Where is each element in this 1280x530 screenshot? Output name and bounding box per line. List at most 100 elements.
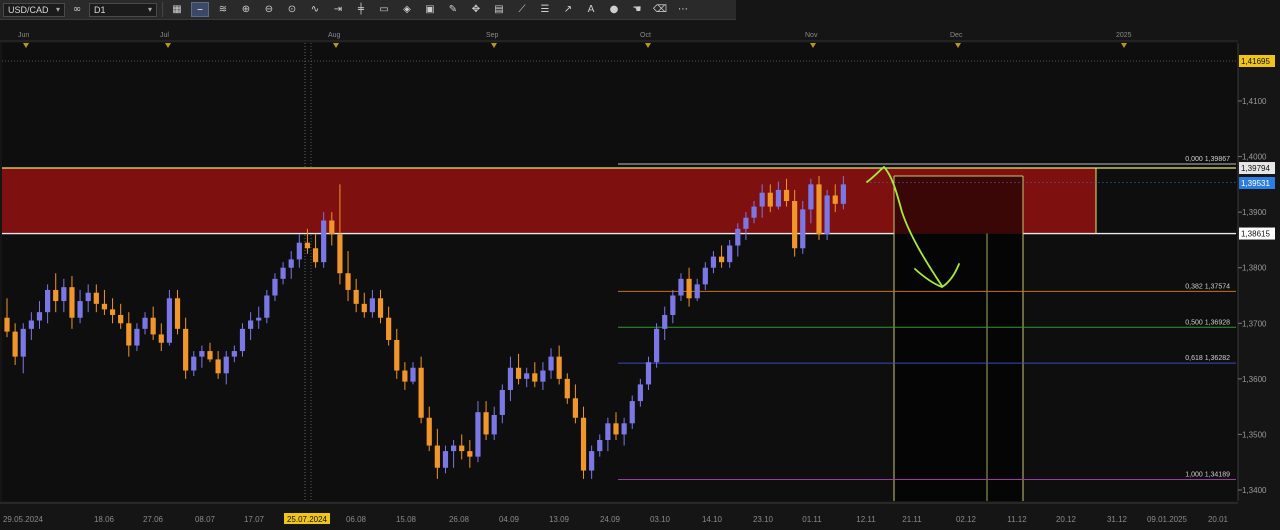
candle-body xyxy=(280,267,286,279)
candle-body xyxy=(524,373,530,379)
price-tick-label: 1,3700 xyxy=(1242,319,1267,328)
shift-button[interactable]: ⇥ xyxy=(329,2,347,17)
candle-body xyxy=(126,323,132,346)
candle-body xyxy=(134,328,140,346)
candle-body xyxy=(426,417,432,446)
zoom-out-icon: ⊖ xyxy=(264,4,274,15)
hand-button[interactable]: ☚ xyxy=(628,2,646,17)
ruler-button[interactable]: ⟋ xyxy=(513,2,531,17)
candle-body xyxy=(329,220,335,235)
candle-body xyxy=(109,309,116,315)
candle-body xyxy=(304,242,311,249)
link-button[interactable]: ∞ xyxy=(68,2,86,17)
shape-button[interactable]: ● xyxy=(605,2,623,17)
target-box[interactable] xyxy=(894,176,1023,234)
image-button[interactable]: ▣ xyxy=(421,2,439,17)
candle-body xyxy=(272,278,278,296)
price-tick-label: 1,4000 xyxy=(1242,153,1267,162)
candle-body xyxy=(239,328,246,352)
date-tick-label: 15.08 xyxy=(396,515,417,524)
date-tick-label: 08.07 xyxy=(195,515,216,524)
chevron-down-icon: ▾ xyxy=(55,5,60,14)
text-button[interactable]: A xyxy=(582,2,600,17)
trend-icon: ↗ xyxy=(563,4,573,15)
candle-body xyxy=(386,317,392,340)
symbol-value: USD/CAD xyxy=(8,4,49,15)
template-button[interactable]: ◈ xyxy=(398,2,416,17)
candle-body xyxy=(69,287,75,318)
date-tick-label: 12.11 xyxy=(856,515,876,524)
symbol-select[interactable]: USD/CAD ▾ xyxy=(3,2,65,17)
crosshair-button[interactable]: ✥ xyxy=(467,2,485,17)
zoom-fit-button[interactable]: ⊙ xyxy=(283,2,301,17)
candle-body xyxy=(662,314,668,329)
candle-body xyxy=(840,184,846,204)
date-tick-label: 24.09 xyxy=(600,515,621,524)
insert-button[interactable]: ╪ xyxy=(352,2,370,17)
chart-type-button[interactable]: ▦ xyxy=(168,2,186,17)
date-tick-label: 29.05.2024 xyxy=(3,515,44,524)
candle-body xyxy=(231,351,237,357)
note-icon: ▭ xyxy=(379,4,389,15)
price-chart[interactable]: Jun Jul Aug Sep Oct Nov Dec 2025 1,4100 1,4000 1,… xyxy=(0,21,1280,530)
date-tick-label: 03.10 xyxy=(650,515,671,524)
zoom-in-button[interactable]: ⊕ xyxy=(237,2,255,17)
toolbar-buttons: ▦ ⎯ ≋ ⊕ ⊖ ⊙ ∿ ⇥ ╪ ▭ ◈ ▣ ✎ ✥ ▤ ⟋ ☰ ↗ A ● ☚ ⌫ ⋯ xyxy=(168,2,692,17)
plot-area xyxy=(2,43,1238,501)
fibo-level-label: 1,000 1,34189 xyxy=(1185,471,1230,478)
line-tool-icon: ⎯ xyxy=(197,4,203,15)
price-tick-label: 1,3800 xyxy=(1242,264,1267,273)
price-tick-label: 1,4100 xyxy=(1242,97,1267,106)
date-tick-label: 13.09 xyxy=(549,515,570,524)
more-button[interactable]: ⋯ xyxy=(674,2,692,17)
date-tick-label: 20.01 xyxy=(1208,515,1229,524)
template-icon: ◈ xyxy=(403,4,411,15)
date-tick-label: 01.11 xyxy=(802,515,822,524)
note-button[interactable]: ▭ xyxy=(375,2,393,17)
candle-body xyxy=(199,351,205,357)
candle-body xyxy=(28,320,34,329)
chevron-down-icon: ▾ xyxy=(147,5,152,14)
grid-button[interactable]: ▤ xyxy=(490,2,508,17)
channel-tool-button[interactable]: ≋ xyxy=(214,2,232,17)
candle-body xyxy=(572,398,578,418)
date-tick-label: 14.10 xyxy=(702,515,723,524)
candle-body xyxy=(264,295,270,318)
candle-body xyxy=(337,234,343,274)
candle-body xyxy=(710,256,717,268)
trend-button[interactable]: ↗ xyxy=(559,2,577,17)
candle-body xyxy=(223,356,229,374)
timeframe-value: D1 xyxy=(94,4,106,15)
pencil-button[interactable]: ✎ xyxy=(444,2,462,17)
crosshair-icon: ✥ xyxy=(471,4,481,15)
toolbar-divider xyxy=(162,2,163,17)
candle-body xyxy=(53,289,59,302)
candle-body xyxy=(564,378,570,399)
candle-body xyxy=(621,423,627,435)
candle-body xyxy=(369,298,375,313)
timeframe-select[interactable]: D1 ▾ xyxy=(89,2,157,17)
candle-body xyxy=(751,206,757,218)
candle-body xyxy=(20,328,26,357)
candle-body xyxy=(532,373,538,382)
candle-body xyxy=(816,184,822,235)
price-tick-label: 1,3600 xyxy=(1242,375,1267,384)
candle-body xyxy=(548,356,554,371)
top-price-label: 1,41695 xyxy=(1241,57,1270,66)
candle-body xyxy=(394,339,400,371)
chart-toolbar: USD/CAD ▾ ∞ D1 ▾ ▦ ⎯ ≋ ⊕ ⊖ ⊙ ∿ ⇥ ╪ ▭ ◈ ▣ ✎ ✥ ▤ ⟋ ☰ ↗ A ● ☚ ⌫ ⋯ xyxy=(0,0,736,20)
indicator-button[interactable]: ∿ xyxy=(306,2,324,17)
link-icon: ∞ xyxy=(72,4,82,15)
candle-body xyxy=(808,184,814,210)
date-tick-label: 18.06 xyxy=(94,515,115,524)
fibo-level-label: 0,500 1,36928 xyxy=(1185,319,1230,326)
fibo-button[interactable]: ☰ xyxy=(536,2,554,17)
shape-icon: ● xyxy=(609,4,619,15)
eraser-button[interactable]: ⌫ xyxy=(651,2,669,17)
resistance-price-label: 1,39794 xyxy=(1241,164,1270,173)
zoom-out-button[interactable]: ⊖ xyxy=(260,2,278,17)
line-tool-button[interactable]: ⎯ xyxy=(191,2,209,17)
candle-body xyxy=(540,370,546,382)
more-icon: ⋯ xyxy=(678,4,688,15)
candle-body xyxy=(589,451,595,471)
